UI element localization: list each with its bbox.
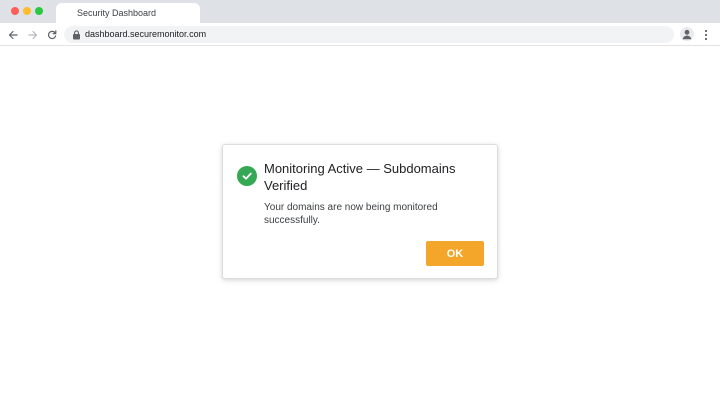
check-circle-icon xyxy=(237,166,257,186)
browser-toolbar: dashboard.securemonitor.com xyxy=(0,23,720,46)
more-vert-icon xyxy=(704,29,708,40)
window-minimize-button[interactable] xyxy=(23,7,31,15)
dialog-message: Your domains are now being monitored suc… xyxy=(264,202,438,226)
profile-button[interactable] xyxy=(680,27,694,41)
tab-security-dashboard[interactable]: Security Dashboard xyxy=(56,3,200,23)
account-icon xyxy=(682,29,692,40)
reload-button[interactable] xyxy=(44,27,59,42)
browser-menu-button[interactable] xyxy=(700,27,712,42)
window-close-button[interactable] xyxy=(11,7,19,15)
ok-button[interactable]: OK xyxy=(426,241,484,266)
monitoring-active-dialog: Monitoring Active — Subdomains Verified … xyxy=(222,144,498,279)
dialog-title: Monitoring Active — Subdomains Verified xyxy=(264,161,456,193)
address-bar[interactable]: dashboard.securemonitor.com xyxy=(64,26,674,43)
reload-icon xyxy=(47,29,56,39)
checkmark-icon xyxy=(242,172,252,180)
arrow-left-icon xyxy=(8,30,18,39)
back-button[interactable] xyxy=(5,27,20,42)
tab-strip: Security Dashboard xyxy=(0,0,720,23)
tab-title: Security Dashboard xyxy=(77,8,157,18)
window-maximize-button[interactable] xyxy=(35,7,43,15)
lock-icon xyxy=(73,30,80,40)
arrow-right-icon xyxy=(27,30,37,39)
url-text: dashboard.securemonitor.com xyxy=(85,29,207,39)
forward-button[interactable] xyxy=(25,27,40,42)
